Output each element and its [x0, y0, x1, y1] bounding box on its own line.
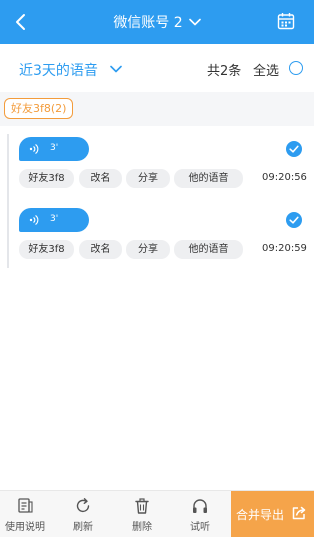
tab-refresh[interactable]: 刷新 [58, 491, 108, 537]
trash-icon [135, 498, 149, 514]
tab-label: 使用说明 [5, 522, 45, 533]
tab-listen[interactable]: 试听 [175, 491, 225, 537]
tab-instructions[interactable]: 使用说明 [0, 491, 50, 537]
share-icon [292, 506, 306, 520]
voice-item: 3' 好友3f8 改名 分享 他的语音 09:20:56 [0, 137, 314, 203]
voice-list: 3' 好友3f8 改名 分享 他的语音 09:20:56 3' 好友3f8 改名… [0, 126, 314, 490]
tab-label: 试听 [190, 522, 210, 533]
top-bar: 微信账号 2 [0, 0, 314, 44]
message-time: 09:20:59 [262, 243, 307, 254]
share-button[interactable]: 分享 [126, 169, 170, 188]
headphones-icon [193, 499, 207, 513]
page-title[interactable]: 微信账号 2 [113, 12, 182, 32]
merge-export-button[interactable]: 合并导出 [231, 491, 314, 537]
sender-chip[interactable]: 好友3f8 [19, 169, 74, 188]
group-tag[interactable]: 好友3f8(2) [4, 98, 74, 119]
share-button[interactable]: 分享 [126, 240, 170, 259]
refresh-icon [76, 498, 90, 513]
voice-bubble[interactable]: 3' [19, 208, 89, 232]
account-switcher[interactable]: 微信账号 2 [0, 0, 314, 44]
message-time: 09:20:56 [262, 172, 307, 183]
tab-label: 删除 [132, 522, 152, 533]
his-voice-button[interactable]: 他的语音 [174, 169, 243, 188]
voice-wave-icon [29, 144, 39, 154]
select-all-label[interactable]: 全选 [253, 60, 279, 79]
voice-duration: 3' [50, 214, 59, 224]
date-range-selector[interactable]: 近3天的语音 [19, 60, 98, 80]
his-voice-button[interactable]: 他的语音 [174, 240, 243, 259]
sender-chip[interactable]: 好友3f8 [19, 240, 74, 259]
chevron-down-icon[interactable] [188, 18, 201, 26]
checked-icon[interactable] [286, 212, 302, 228]
chevron-down-icon[interactable] [110, 65, 122, 73]
rename-button[interactable]: 改名 [79, 169, 122, 188]
voice-item: 3' 好友3f8 改名 分享 他的语音 09:20:59 [0, 208, 314, 274]
checked-icon[interactable] [286, 141, 302, 157]
tab-delete[interactable]: 删除 [117, 491, 167, 537]
calendar-icon[interactable] [277, 12, 295, 30]
filter-bar: 近3天的语音 共2条 全选 [0, 44, 314, 92]
tab-label: 刷新 [73, 522, 93, 533]
voice-bubble[interactable]: 3' [19, 137, 89, 161]
voice-duration: 3' [50, 143, 59, 153]
select-all-checkbox[interactable] [289, 61, 303, 75]
group-header: 好友3f8(2) [0, 92, 314, 126]
bottom-toolbar: 使用说明 刷新 删除 试听 合并导出 [0, 490, 314, 537]
rename-button[interactable]: 改名 [79, 240, 122, 259]
document-icon [18, 498, 33, 513]
export-label: 合并导出 [236, 508, 285, 522]
item-count: 共2条 [207, 64, 242, 79]
voice-wave-icon [29, 215, 39, 225]
